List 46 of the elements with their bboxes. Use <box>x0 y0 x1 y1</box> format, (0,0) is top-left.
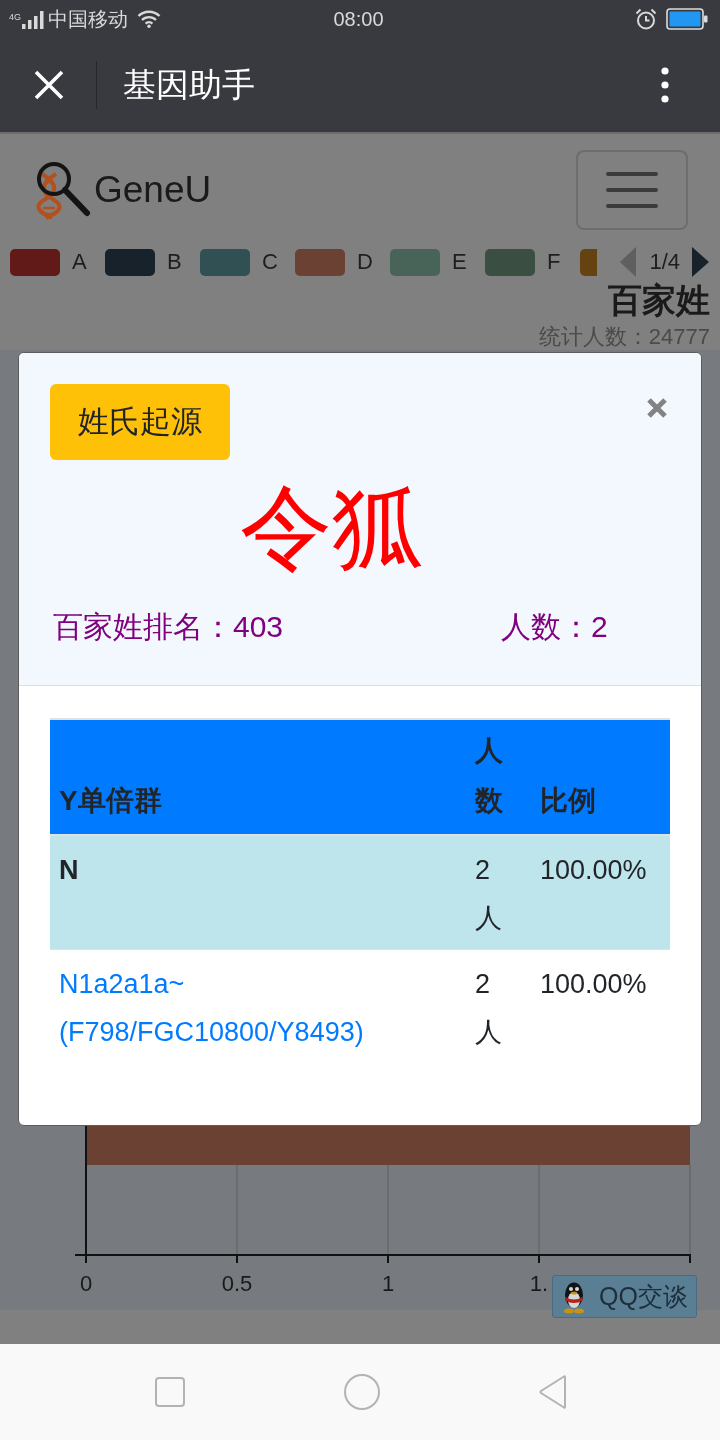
page-indicator: 1/4 <box>649 249 680 275</box>
column-header: 人数 <box>466 719 530 835</box>
column-header: 比例 <box>530 719 670 835</box>
circle-icon[interactable] <box>344 1374 380 1410</box>
legend-item[interactable]: C <box>200 248 295 276</box>
axis-tick-label: 0.5 <box>221 1271 253 1296</box>
table-cell: 2人 <box>466 949 530 1063</box>
page-title: 基因助手 <box>123 64 255 105</box>
alarm-clock-icon <box>635 8 657 30</box>
menu-button[interactable] <box>576 150 688 230</box>
legend-item[interactable]: A <box>10 248 105 276</box>
axis-tick-label: 1 <box>381 1271 395 1296</box>
rank-text: 百家姓排名：403 <box>53 609 284 645</box>
legend-item[interactable]: D <box>295 248 390 276</box>
surname-origin-button[interactable]: 姓氏起源 <box>50 384 230 460</box>
wifi-icon <box>137 10 161 28</box>
back-icon[interactable] <box>539 1375 567 1409</box>
menu-icon <box>606 170 658 210</box>
legend-item[interactable]: E <box>390 248 485 276</box>
battery-icon <box>666 8 708 30</box>
axis-tick-label: 0 <box>79 1271 93 1296</box>
clock-time: 08:00 <box>333 7 384 31</box>
right-triangle-icon[interactable] <box>692 247 709 277</box>
square-icon[interactable] <box>155 1377 185 1407</box>
legend-swatch-icon[interactable] <box>580 248 597 276</box>
table-cell: 2人 <box>466 835 530 950</box>
legend-item[interactable]: F <box>485 248 580 276</box>
column-header: Y单倍群 <box>50 719 466 835</box>
close-icon <box>646 397 668 419</box>
network-type: 4G <box>9 11 21 22</box>
people-count-text: 人数：2 <box>501 609 608 645</box>
section-title: 百家姓 <box>608 280 710 320</box>
axis-tick-label: 1. <box>529 1271 549 1296</box>
table-cell: N <box>50 835 466 950</box>
carrier-name: 中国移动 <box>48 6 128 32</box>
brand-name[interactable]: GeneU <box>94 169 212 211</box>
surname-title: 令狐 <box>240 476 424 578</box>
table-cell: 100.00% <box>530 835 670 950</box>
dna-magnifier-icon <box>33 160 91 220</box>
haplogroup-link[interactable]: N1a2a1a~ (F798/FGC10800/Y8493) <box>59 960 457 1056</box>
more-icon <box>661 67 669 103</box>
close-icon <box>33 69 65 101</box>
legend-item[interactable]: B <box>105 248 200 276</box>
qq-chat-button[interactable]: QQ交谈 <box>552 1275 697 1318</box>
table-cell: 100.00% <box>530 949 670 1063</box>
signal-icon <box>22 11 44 29</box>
